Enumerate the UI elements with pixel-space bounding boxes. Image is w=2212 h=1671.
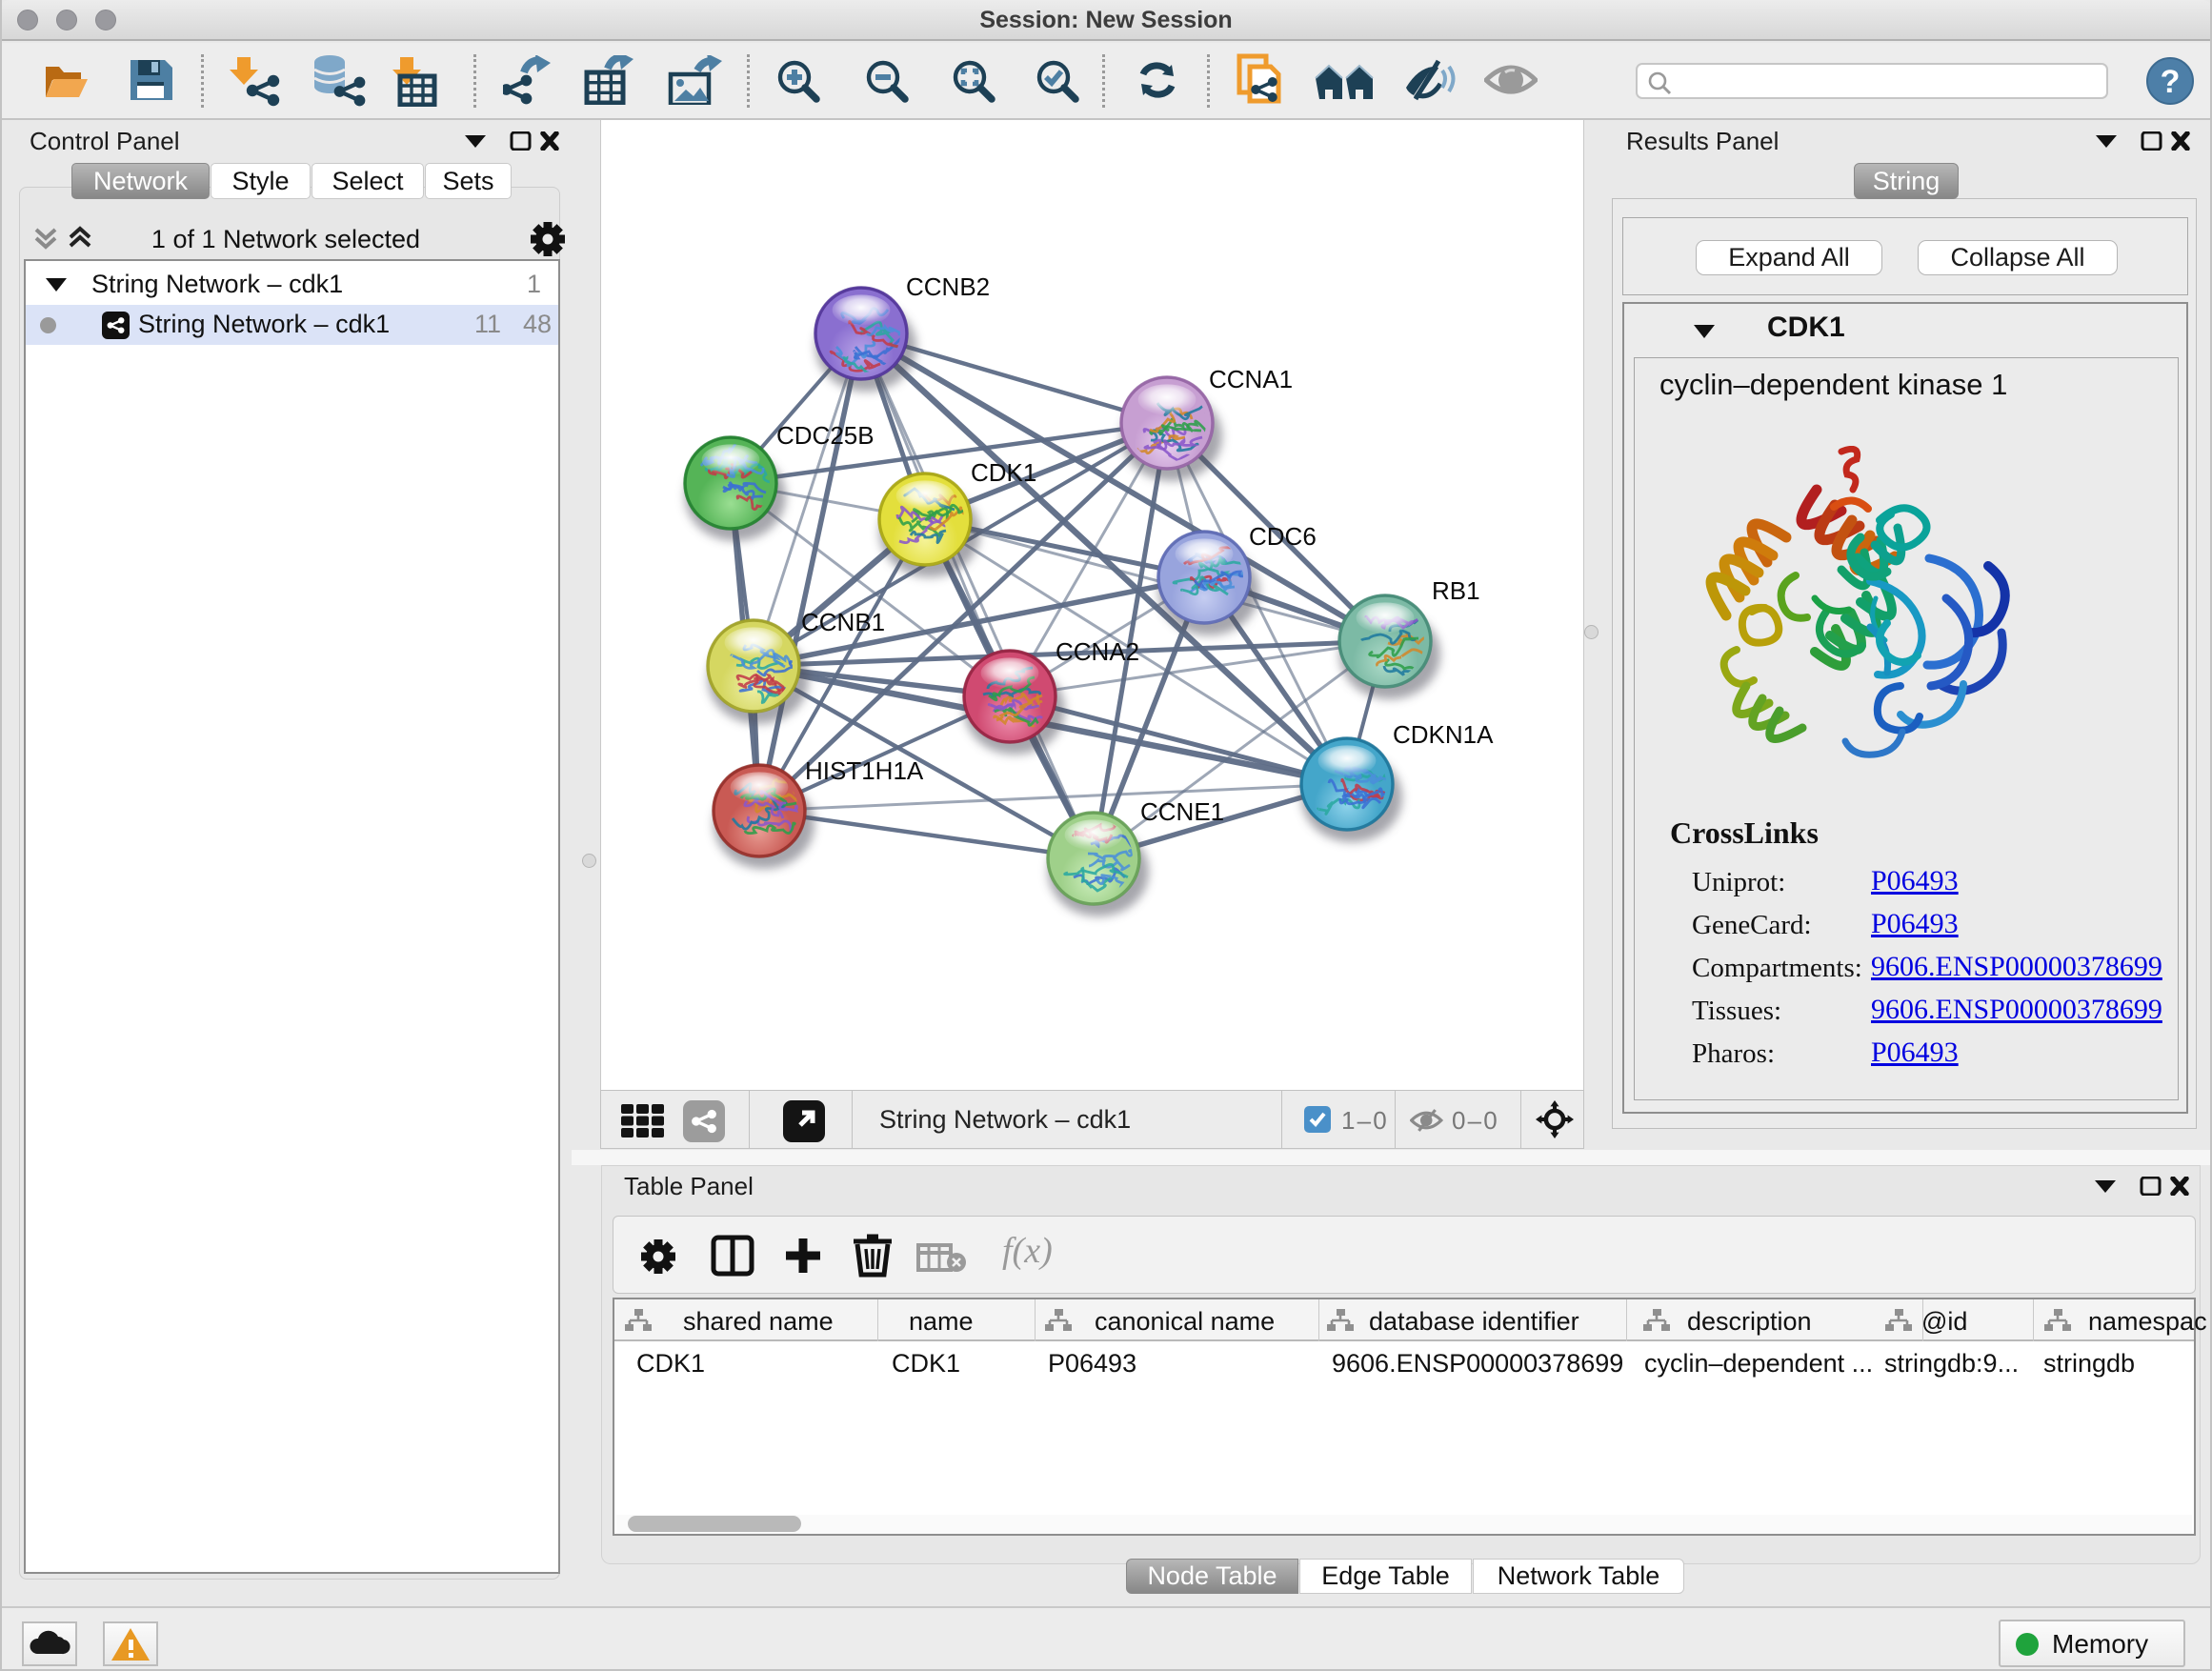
svg-text:CCNB2: CCNB2 <box>906 272 990 301</box>
svg-text:CDK1: CDK1 <box>971 458 1036 487</box>
svg-text:CDKN1A: CDKN1A <box>1393 720 1494 749</box>
svg-text:CCNA1: CCNA1 <box>1209 365 1293 393</box>
svg-text:CCNA2: CCNA2 <box>1056 637 1139 666</box>
svg-text:CDC25B: CDC25B <box>776 421 875 450</box>
svg-text:CCNB1: CCNB1 <box>801 608 885 636</box>
svg-text:CCNE1: CCNE1 <box>1140 797 1224 826</box>
svg-text:HIST1H1A: HIST1H1A <box>805 756 924 785</box>
svg-text:RB1: RB1 <box>1432 576 1480 605</box>
svg-text:CDC6: CDC6 <box>1249 522 1317 551</box>
